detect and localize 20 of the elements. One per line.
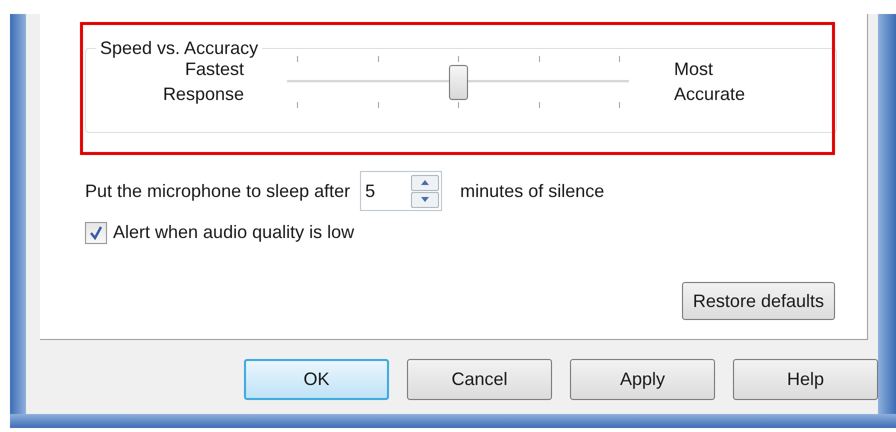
check-icon	[89, 226, 103, 240]
spinner-value: 5	[365, 180, 376, 202]
group-title: Speed vs. Accuracy	[99, 38, 260, 58]
alert-label: Alert when audio quality is low	[113, 221, 354, 244]
slider-thumb[interactable]	[449, 65, 468, 100]
alert-checkbox[interactable]	[85, 222, 107, 244]
slider-left-label: Fastest Response	[162, 58, 244, 106]
dialog-button[interactable]: Apply	[570, 359, 715, 400]
sleep-label: Put the microphone to sleep after	[85, 180, 350, 203]
dialog-button[interactable]: Help	[733, 359, 878, 400]
sleep-suffix: minutes of silence	[460, 180, 604, 202]
minutes-spinner[interactable]: 5	[360, 171, 442, 211]
dialog-button[interactable]: OK	[244, 359, 389, 400]
restore-defaults-button[interactable]: Restore defaults	[682, 282, 835, 320]
up-arrow-icon	[421, 180, 430, 185]
spin-down-button[interactable]	[411, 192, 440, 208]
slider-right-label: Most Accurate	[674, 58, 746, 106]
down-arrow-icon	[421, 197, 430, 202]
spin-up-button[interactable]	[411, 174, 440, 190]
dialog-button[interactable]: Cancel	[407, 359, 552, 400]
